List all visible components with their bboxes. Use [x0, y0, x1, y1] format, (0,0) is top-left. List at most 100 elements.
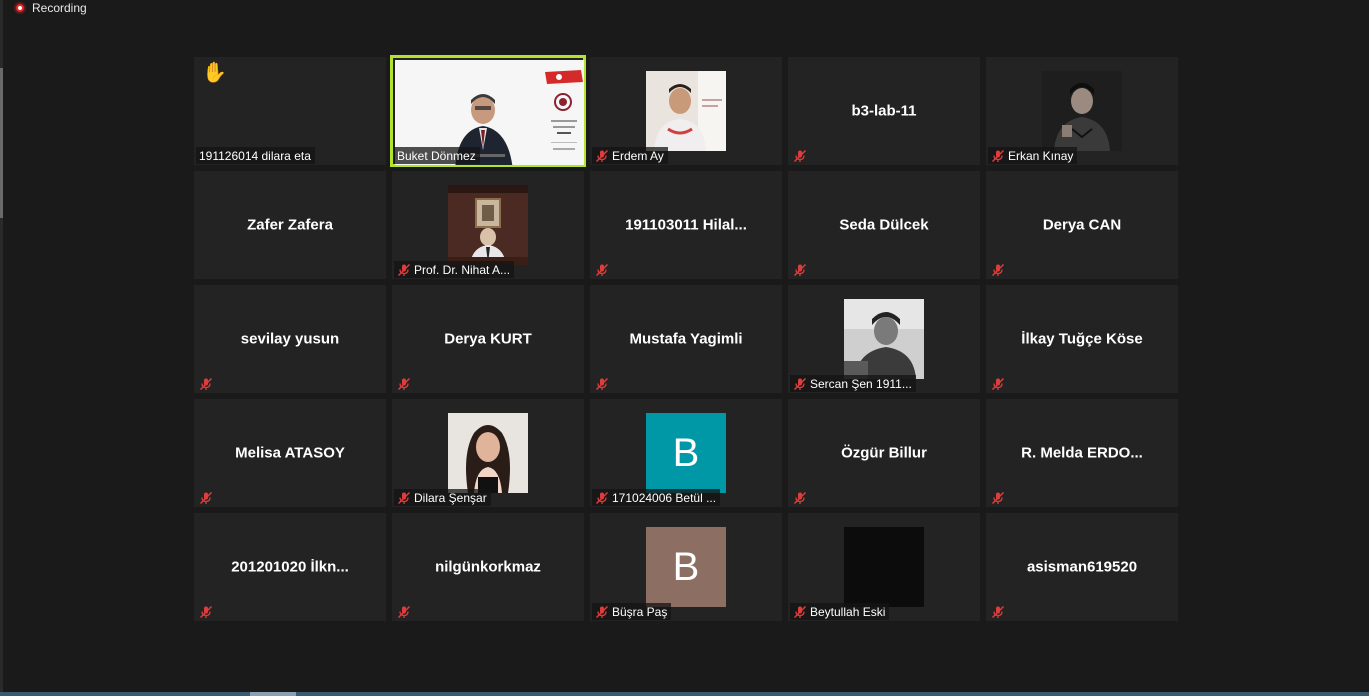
participant-tile[interactable]: B 171024006 Betül ...	[590, 399, 782, 507]
participant-display-name: Zafer Zafera	[247, 216, 333, 234]
participant-tile[interactable]: ✋ 191126014 dilara eta	[194, 57, 386, 165]
participant-tile[interactable]: Seda Dülcek	[788, 171, 980, 279]
participant-tile[interactable]: Erkan Kınay	[986, 57, 1178, 165]
participant-label-text: Buket Dönmez	[397, 148, 476, 163]
mic-muted-icon	[397, 263, 411, 277]
participant-label-text: Büşra Paş	[612, 604, 668, 619]
participant-tile[interactable]: b3-lab-11	[788, 57, 980, 165]
mic-muted-icon	[991, 149, 1005, 163]
participant-tile[interactable]: İlkay Tuğçe Köse	[986, 285, 1178, 393]
recording-label: Recording	[32, 1, 87, 15]
participant-label-text: 191126014 dilara eta	[199, 148, 311, 163]
participant-tile[interactable]: Derya CAN	[986, 171, 1178, 279]
mic-muted-icon	[595, 605, 609, 619]
participant-display-name: asisman619520	[1026, 558, 1138, 576]
mic-muted-icon	[397, 605, 411, 619]
participant-display-name: Özgür Billur	[841, 444, 927, 462]
profile-picture	[1042, 71, 1122, 151]
mic-muted-icon	[397, 377, 411, 391]
participant-name-label: Erdem Ay	[592, 147, 668, 164]
participant-name-label	[790, 489, 811, 506]
participant-tile[interactable]: Zafer Zafera	[194, 171, 386, 279]
participant-label-text: Prof. Dr. Nihat A...	[414, 262, 511, 277]
mic-muted-icon	[595, 263, 609, 277]
avatar: B	[646, 527, 726, 607]
participant-name-label	[394, 603, 415, 620]
participant-name-label: 191126014 dilara eta	[196, 147, 315, 164]
participant-display-name: b3-lab-11	[851, 102, 917, 120]
participant-tile[interactable]: sevilay yusun	[194, 285, 386, 393]
participant-tile[interactable]: Prof. Dr. Nihat A...	[392, 171, 584, 279]
profile-picture	[448, 413, 528, 493]
participant-display-name: Derya KURT	[444, 330, 532, 348]
avatar: B	[646, 413, 726, 493]
mic-muted-icon	[793, 491, 807, 505]
participant-display-name: R. Melda ERDO...	[1021, 444, 1143, 462]
participant-tile[interactable]: Özgür Billur	[788, 399, 980, 507]
participant-tile[interactable]: Mustafa Yagimli	[590, 285, 782, 393]
mic-muted-icon	[199, 491, 213, 505]
recording-indicator[interactable]: Recording	[14, 0, 87, 16]
participant-tile[interactable]: 191103011 Hilal...	[590, 171, 782, 279]
mic-muted-icon	[595, 377, 609, 391]
mic-muted-icon	[199, 377, 213, 391]
taskbar-thumb[interactable]	[250, 692, 296, 696]
mic-muted-icon	[793, 605, 807, 619]
participant-tile[interactable]: asisman619520	[986, 513, 1178, 621]
raised-hand-icon: ✋	[202, 62, 227, 84]
participant-label-text: Erdem Ay	[612, 148, 664, 163]
participant-display-name: nilgünkorkmaz	[435, 558, 541, 576]
mic-muted-icon	[991, 605, 1005, 619]
mic-muted-icon	[595, 149, 609, 163]
participant-tile[interactable]: Sercan Şen 1911...	[788, 285, 980, 393]
participant-name-label: Sercan Şen 1911...	[790, 375, 916, 392]
participant-gallery: ✋ 191126014 dilara eta Buket Dönmez Erdem A…	[194, 55, 1178, 621]
participant-name-label	[988, 375, 1009, 392]
participant-tile[interactable]: Buket Dönmez	[390, 55, 586, 167]
participant-name-label: 171024006 Betül ...	[592, 489, 721, 506]
participant-display-name: Mustafa Yagimli	[629, 330, 743, 348]
participant-tile[interactable]: B Büşra Paş	[590, 513, 782, 621]
participant-name-label: Dilara Şenşar	[394, 489, 491, 506]
participant-display-name: sevilay yusun	[240, 330, 340, 348]
mic-muted-icon	[199, 605, 213, 619]
participant-display-name: Derya CAN	[1042, 216, 1122, 234]
participant-tile[interactable]: Derya KURT	[392, 285, 584, 393]
participant-label-text: Sercan Şen 1911...	[810, 376, 912, 391]
mic-muted-icon	[793, 149, 807, 163]
participant-name-label: Prof. Dr. Nihat A...	[394, 261, 515, 278]
taskbar-strip	[0, 692, 1369, 696]
participant-name-label	[196, 603, 217, 620]
mic-muted-icon	[793, 377, 807, 391]
participant-name-label	[988, 603, 1009, 620]
participant-name-label: Büşra Paş	[592, 603, 672, 620]
participant-label-text: Erkan Kınay	[1008, 148, 1074, 163]
participant-tile[interactable]: Melisa ATASOY	[194, 399, 386, 507]
participant-name-label	[790, 261, 811, 278]
profile-picture	[448, 185, 528, 265]
record-icon	[14, 2, 26, 14]
participant-name-label	[196, 489, 217, 506]
mic-muted-icon	[991, 263, 1005, 277]
participant-name-label	[592, 261, 613, 278]
window-edge-handle	[0, 68, 3, 218]
mic-muted-icon	[793, 263, 807, 277]
participant-tile[interactable]: R. Melda ERDO...	[986, 399, 1178, 507]
participant-name-label	[988, 489, 1009, 506]
participant-label-text: Dilara Şenşar	[414, 490, 487, 505]
participant-name-label: Beytullah Eski	[790, 603, 890, 620]
profile-picture	[844, 527, 924, 607]
participant-display-name: 201201020 İlkn...	[231, 558, 349, 576]
mic-muted-icon	[991, 377, 1005, 391]
participant-label-text: Beytullah Eski	[810, 604, 886, 619]
participant-name-label	[196, 375, 217, 392]
participant-name-label	[394, 375, 415, 392]
participant-tile[interactable]: Beytullah Eski	[788, 513, 980, 621]
participant-name-label: Buket Dönmez	[394, 147, 480, 164]
participant-tile[interactable]: 201201020 İlkn...	[194, 513, 386, 621]
participant-tile[interactable]: nilgünkorkmaz	[392, 513, 584, 621]
participant-tile[interactable]: Erdem Ay	[590, 57, 782, 165]
participant-name-label	[988, 261, 1009, 278]
participant-display-name: 191103011 Hilal...	[625, 216, 747, 234]
participant-tile[interactable]: Dilara Şenşar	[392, 399, 584, 507]
